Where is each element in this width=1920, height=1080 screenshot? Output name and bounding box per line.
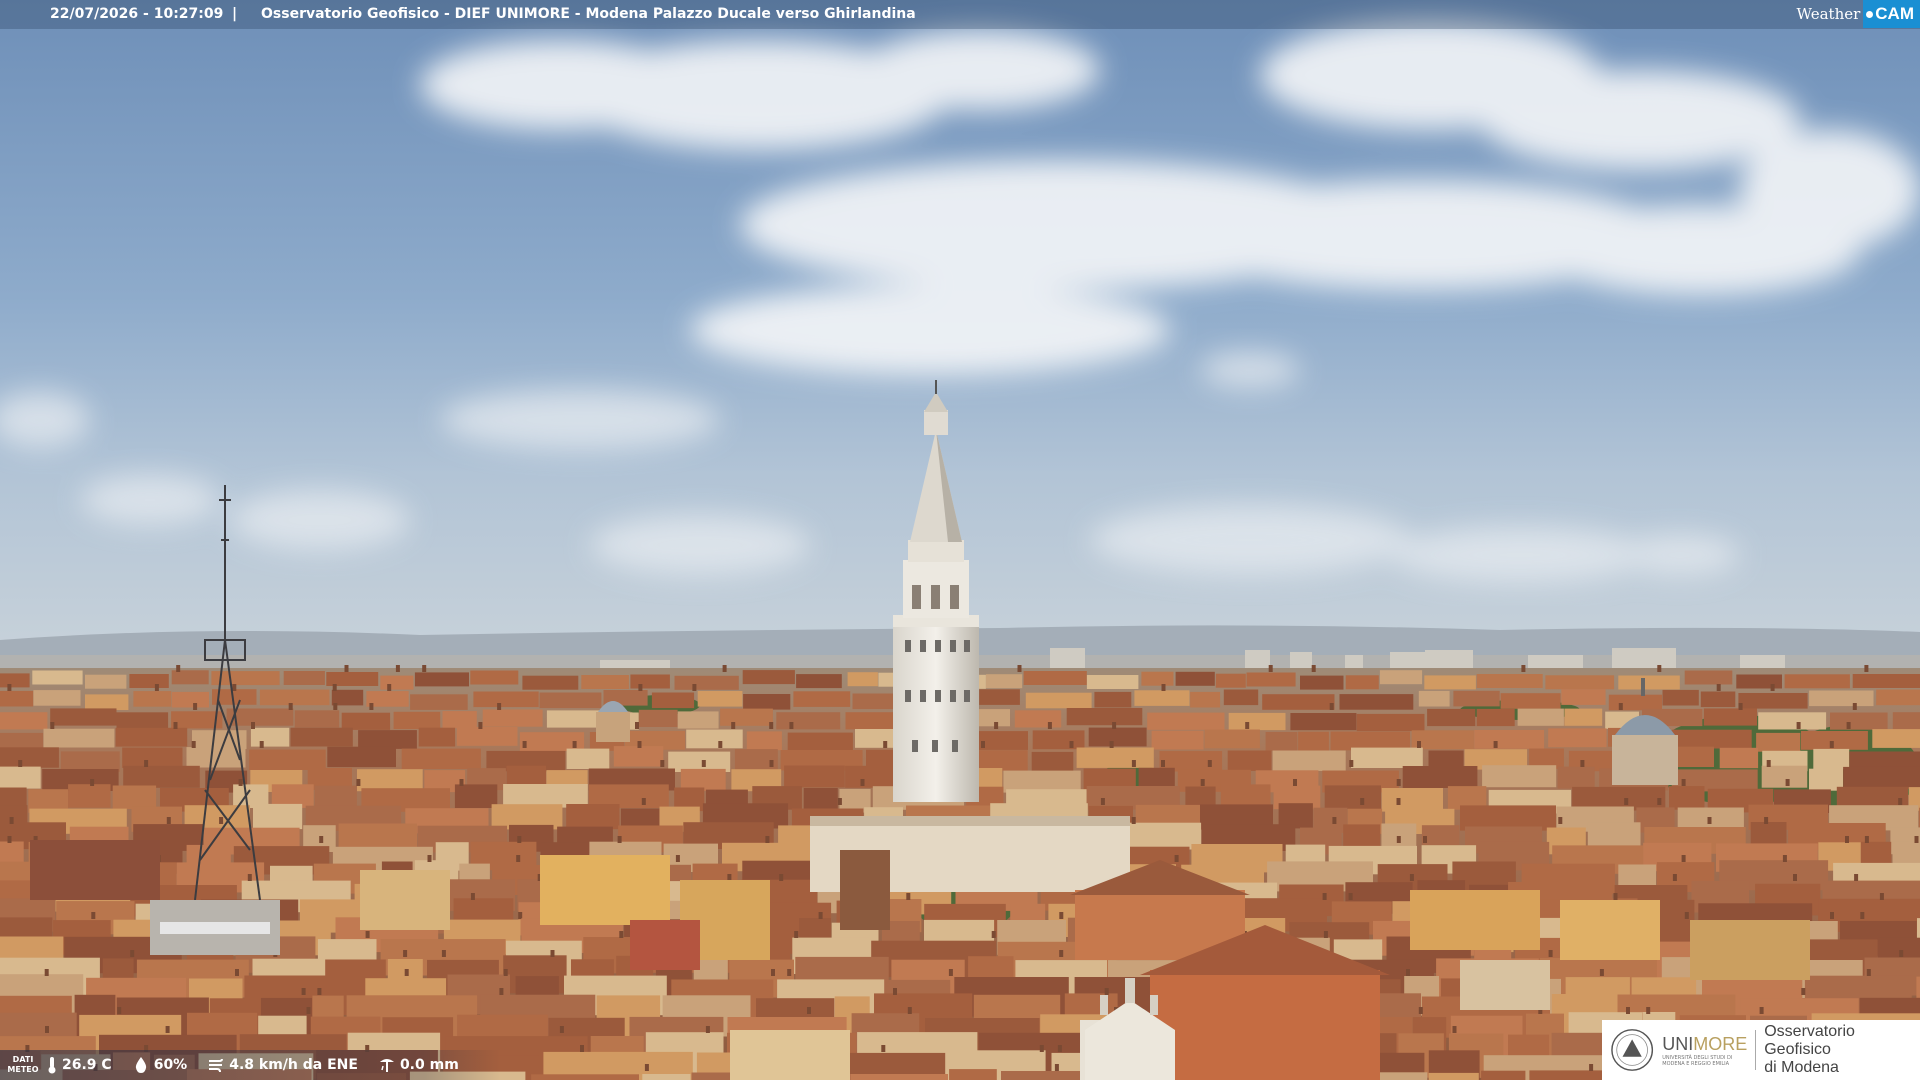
rain-reading: 0.0 mm — [378, 1056, 459, 1074]
wind-icon — [209, 1058, 224, 1073]
weather-data-bar: DATI METEO 26.9 C 60% 4.8 km/h da ENE 0.… — [0, 1050, 500, 1080]
unimore-uni: UNI — [1662, 1033, 1694, 1054]
temperature-reading: 26.9 C — [46, 1056, 112, 1074]
weather-data-label: DATI METEO — [7, 1055, 39, 1074]
unimore-seal-icon — [1611, 1029, 1654, 1071]
camera-location: Osservatorio Geofisico - DIEF UNIMORE - … — [261, 6, 916, 22]
camera-dot-icon — [1866, 10, 1874, 18]
unimore-more: MORE — [1693, 1033, 1748, 1054]
weathercam-weather-text: Weather — [1796, 5, 1861, 23]
weathercam-logo: Weather CAM — [1797, 0, 1920, 28]
observatory-name: Osservatorio Geofisico di Modena — [1764, 1023, 1855, 1076]
humidity-reading: 60% — [132, 1056, 188, 1074]
unimore-subtitle: UNIVERSITÀ DEGLI STUDI DI MODENA E REGGI… — [1662, 1054, 1733, 1067]
unimore-logo-panel: UNIMORE UNIVERSITÀ DEGLI STUDI DI MODENA… — [1602, 1020, 1920, 1080]
weathercam-cam-text: CAM — [1875, 4, 1914, 23]
droplet-icon — [135, 1057, 146, 1073]
caption-separator: | — [232, 6, 238, 22]
logo-divider — [1755, 1030, 1757, 1070]
weathercam-cam-badge: CAM — [1863, 0, 1920, 28]
rain-value: 0.0 mm — [399, 1057, 459, 1073]
thermometer-icon — [48, 1057, 56, 1074]
unimore-wordmark: UNIMORE UNIVERSITÀ DEGLI STUDI DI MODENA… — [1662, 1034, 1747, 1067]
caption-bar: 22/07/2026 - 10:27:09 | Osservatorio Geo… — [0, 0, 1920, 29]
datetime-stamp: 22/07/2026 - 10:27:09 — [50, 6, 224, 22]
webcam-image — [0, 0, 1920, 1080]
temperature-value: 26.9 C — [62, 1057, 112, 1073]
wind-value: 4.8 km/h da ENE — [229, 1057, 358, 1073]
rain-gauge-icon — [379, 1059, 394, 1072]
humidity-value: 60% — [153, 1057, 188, 1073]
wind-reading: 4.8 km/h da ENE — [207, 1056, 358, 1074]
